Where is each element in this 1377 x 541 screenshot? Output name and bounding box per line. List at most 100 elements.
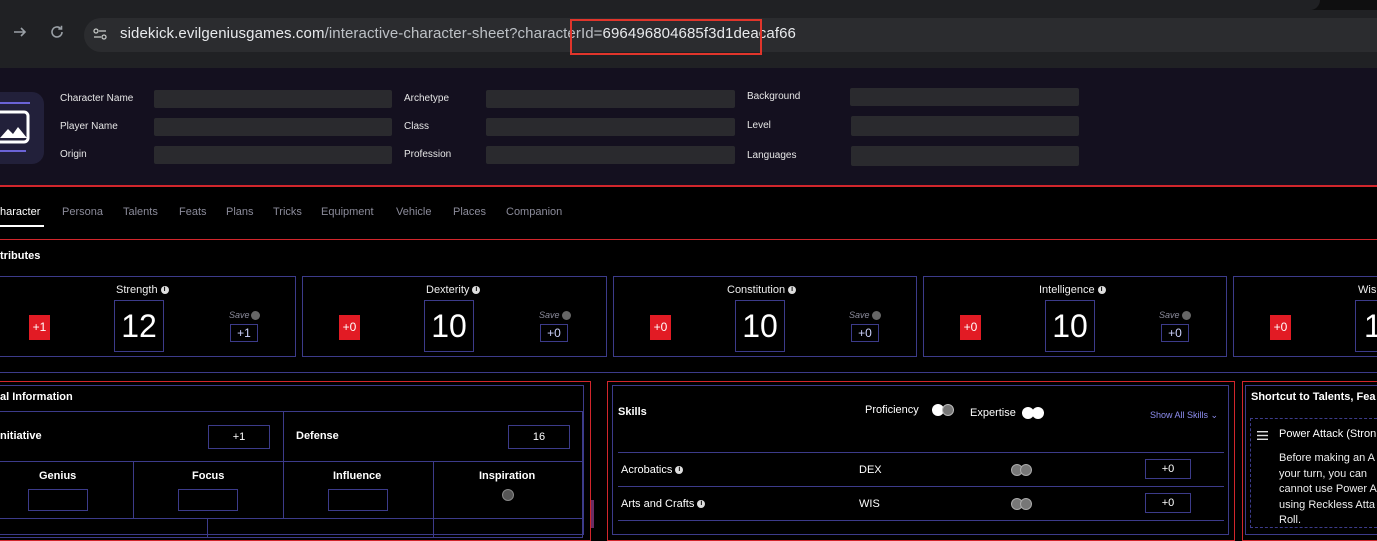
archetype-label: Archetype [404, 93, 450, 104]
attribute-card-strength: Strength i +1 12 Save +1 [0, 276, 296, 357]
attribute-score[interactable]: 1 [1355, 300, 1377, 352]
save-value: +0 [540, 324, 568, 342]
tab-persona[interactable]: Persona [62, 206, 103, 218]
focus-label: Focus [192, 470, 225, 482]
attribute-modifier: +0 [339, 315, 360, 340]
skill-value: +0 [1145, 493, 1191, 513]
reload-icon[interactable] [49, 24, 65, 44]
tab-equipment[interactable]: Equipment [321, 206, 374, 218]
drag-handle-icon[interactable] [1257, 427, 1268, 440]
proficiency-label: Proficiency [865, 404, 919, 416]
initiative-value[interactable]: +1 [208, 425, 270, 449]
avatar[interactable] [0, 92, 44, 164]
background-field[interactable] [850, 88, 1079, 106]
attribute-score[interactable]: 10 [424, 300, 474, 352]
attribute-modifier: +0 [960, 315, 981, 340]
profession-field[interactable] [486, 146, 735, 164]
save-value: +0 [851, 324, 879, 342]
skill-row-acrobatics: Acrobatics i DEX +0 [618, 452, 1224, 487]
general-row-cell [433, 518, 583, 538]
initiative-label: nitiative [0, 430, 42, 442]
origin-label: Origin [60, 149, 87, 160]
info-icon[interactable]: i [675, 466, 684, 475]
info-icon[interactable]: i [160, 286, 169, 295]
tab-talents[interactable]: Talents [123, 206, 158, 218]
tab-vehicle[interactable]: Vehicle [396, 206, 431, 218]
attribute-modifier: +0 [1270, 315, 1291, 340]
skills-title: Skills [618, 406, 647, 418]
attribute-modifier: +1 [29, 315, 50, 340]
skill-attribute: WIS [859, 498, 880, 510]
save-value: +1 [230, 324, 258, 342]
attributes-title: tributes [0, 250, 41, 262]
forward-icon[interactable] [12, 24, 28, 44]
save-proficiency-toggle[interactable] [251, 311, 260, 320]
info-icon[interactable]: i [788, 286, 797, 295]
url-id-highlight [570, 19, 762, 55]
tab-companion[interactable]: Companion [506, 206, 562, 218]
attribute-modifier: +0 [650, 315, 671, 340]
proficiency-legend-toggle [932, 404, 956, 416]
class-field[interactable] [486, 118, 735, 136]
genius-label: Genius [39, 470, 77, 482]
image-icon [0, 102, 30, 152]
panel-scrollbar[interactable] [591, 500, 594, 528]
shortcut-item-title: Power Attack (Stron [1279, 428, 1377, 440]
save-proficiency-toggle[interactable] [562, 311, 571, 320]
class-label: Class [404, 121, 430, 132]
attribute-card-dexterity: Dexterity i +0 10 Save +0 [302, 276, 607, 357]
background-label: Background [747, 91, 801, 102]
tab-places[interactable]: Places [453, 206, 486, 218]
url-host: sidekick.evilgeniusgames.com [120, 25, 325, 42]
save-proficiency-toggle[interactable] [1182, 311, 1191, 320]
tab-tricks[interactable]: Tricks [273, 206, 302, 218]
browser-tabstrip [0, 0, 1377, 10]
site-settings-icon[interactable] [92, 26, 108, 42]
info-icon[interactable]: i [1097, 286, 1106, 295]
defense-value[interactable]: 16 [508, 425, 570, 449]
character-name-field[interactable] [154, 90, 392, 108]
info-icon[interactable]: i [697, 500, 706, 509]
skill-proficiency-toggle[interactable] [1011, 498, 1033, 510]
tab-character[interactable]: haracter [0, 206, 40, 218]
skill-name: Arts and Crafts i [621, 498, 706, 510]
general-information-title: al Information [0, 391, 73, 403]
info-icon[interactable]: i [472, 286, 481, 295]
character-name-label: Character Name [60, 93, 134, 104]
defense-label: Defense [296, 430, 339, 442]
show-all-skills-link[interactable]: Show All Skills ⌄ [1150, 410, 1218, 421]
attribute-name: Intelligence i [1039, 284, 1106, 296]
attribute-name: Wis [1358, 284, 1377, 296]
player-name-field[interactable] [154, 118, 392, 136]
general-row-cell [0, 518, 208, 538]
languages-field[interactable] [851, 146, 1079, 166]
influence-field[interactable] [328, 489, 388, 511]
tab-feats[interactable]: Feats [179, 206, 207, 218]
skill-name: Acrobatics i [621, 464, 684, 476]
influence-label: Influence [333, 470, 382, 482]
archetype-field[interactable] [486, 90, 735, 108]
attribute-card-wisdom: Wis +0 1 [1233, 276, 1377, 357]
inspiration-toggle[interactable] [502, 489, 514, 501]
skill-row-divider [618, 520, 1224, 521]
skill-row-arts-and-crafts: Arts and Crafts i WIS +0 [618, 486, 1224, 521]
save-label: Save [539, 310, 560, 320]
genius-field[interactable] [28, 489, 88, 511]
skill-attribute: DEX [859, 464, 882, 476]
tab-plans[interactable]: Plans [226, 206, 254, 218]
attribute-score[interactable]: 10 [735, 300, 785, 352]
focus-field[interactable] [178, 489, 238, 511]
level-label: Level [747, 120, 771, 131]
active-tab-underline [0, 225, 44, 227]
attribute-score[interactable]: 12 [114, 300, 164, 352]
attribute-score[interactable]: 10 [1045, 300, 1095, 352]
expertise-label: Expertise [970, 407, 1016, 419]
skill-proficiency-toggle[interactable] [1011, 464, 1033, 476]
player-name-label: Player Name [60, 121, 118, 132]
level-field[interactable] [851, 116, 1079, 136]
chevron-down-icon: ⌄ [1210, 410, 1219, 420]
origin-field[interactable] [154, 146, 392, 164]
save-proficiency-toggle[interactable] [872, 311, 881, 320]
attributes-divider [0, 372, 1377, 373]
shortcut-title: Shortcut to Talents, Fea [1251, 391, 1376, 403]
